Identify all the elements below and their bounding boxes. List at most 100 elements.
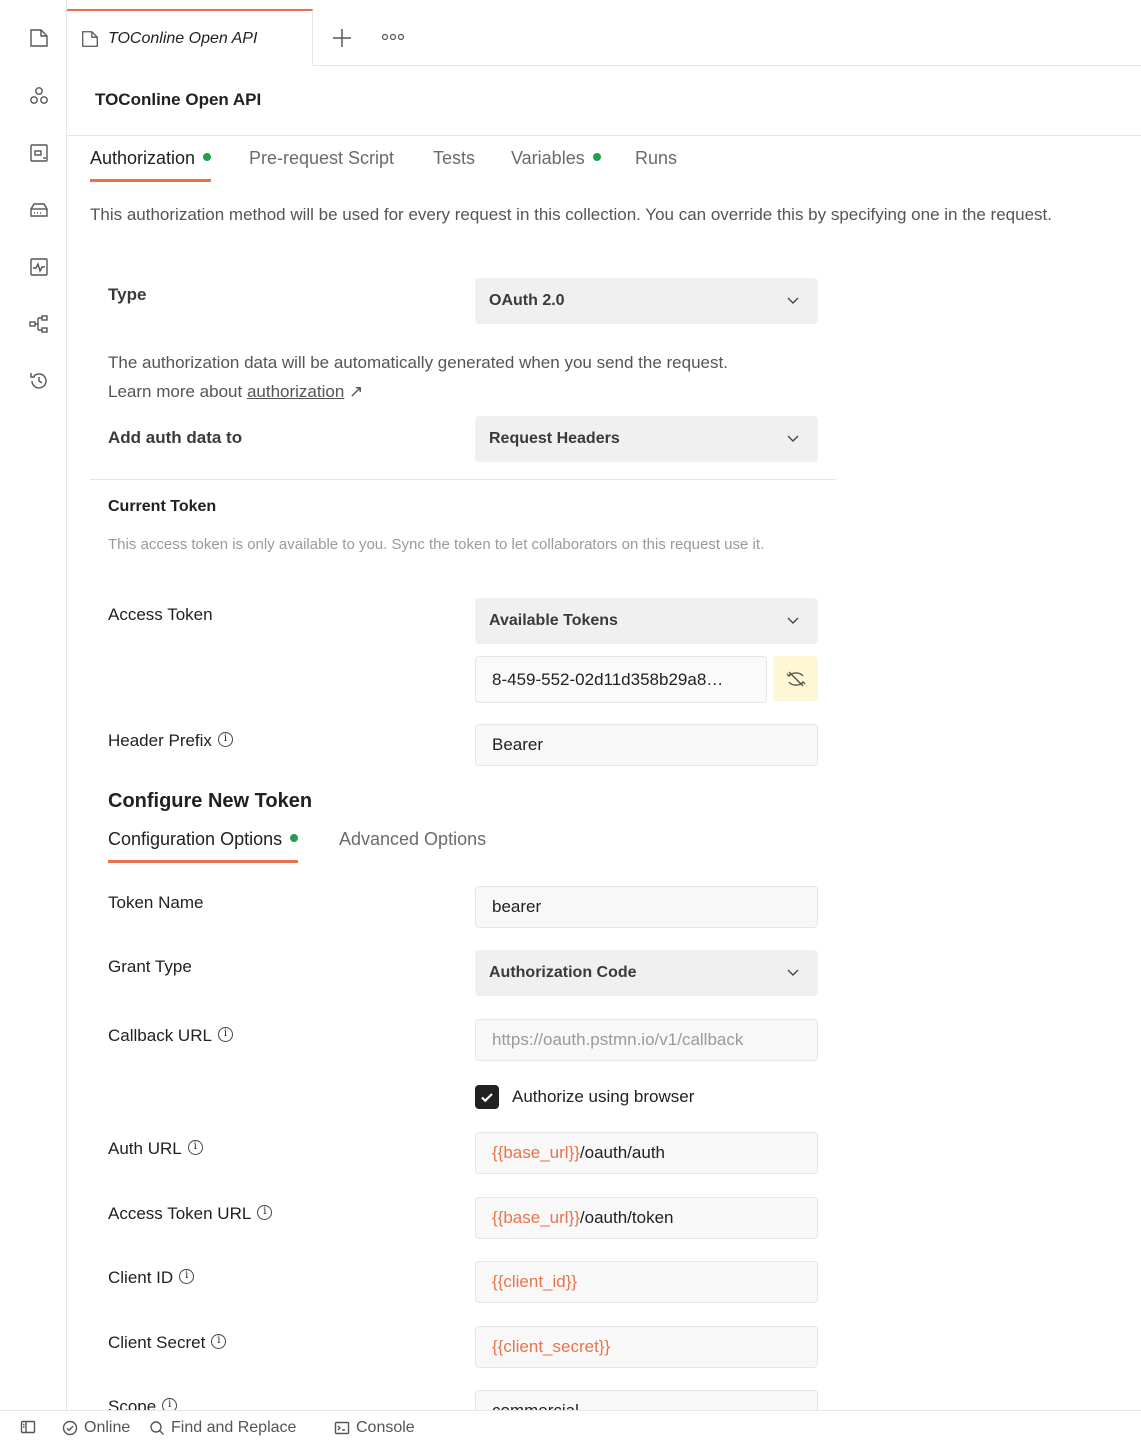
console-label: Console [356, 1419, 415, 1436]
history-icon[interactable] [27, 369, 51, 393]
online-label: Online [84, 1419, 131, 1436]
info-icon[interactable]: i [211, 1334, 227, 1350]
tab-toconline-open-api[interactable]: TOConline Open API [67, 9, 313, 66]
tab-configuration-options[interactable]: Configuration Options [108, 829, 299, 863]
authorize-browser-label[interactable]: Authorize using browser [512, 1087, 694, 1107]
tab-variables[interactable]: Variables [511, 148, 601, 182]
callback-url-value: https://oauth.pstmn.io/v1/callback [492, 1030, 744, 1049]
callback-url-label-text: Callback URL [108, 1026, 212, 1045]
apis-icon[interactable] [27, 84, 51, 108]
chevron-down-icon [787, 617, 799, 624]
info-icon[interactable]: i [257, 1205, 273, 1221]
add-auth-data-label: Add auth data to [108, 428, 243, 447]
header-prefix-label-text: Header Prefix [108, 731, 212, 750]
available-tokens-dropdown[interactable]: Available Tokens [475, 598, 818, 644]
environments-icon[interactable] [27, 141, 51, 165]
header-prefix-input[interactable]: Bearer [475, 724, 818, 766]
monitors-icon[interactable] [27, 255, 51, 279]
access-token-label: Access Token [108, 605, 213, 624]
auth-url-label-text: Auth URL [108, 1139, 182, 1158]
tab-tests-label: Tests [433, 148, 476, 168]
tab-runs[interactable]: Runs [635, 148, 677, 182]
info-icon[interactable]: i [217, 1027, 233, 1043]
find-replace-label: Find and Replace [171, 1419, 297, 1436]
chevron-down-icon [787, 297, 799, 304]
access-token-url-label-text: Access Token URL [108, 1204, 252, 1223]
auth-description-text: The authorization data will be automatic… [108, 353, 728, 401]
collection-icon [82, 30, 98, 47]
find-replace-button[interactable]: Find and Replace [149, 1419, 296, 1437]
chevron-down-icon [787, 435, 799, 442]
online-status[interactable]: Online [62, 1419, 130, 1437]
collections-icon[interactable] [27, 26, 51, 50]
callback-url-input[interactable]: https://oauth.pstmn.io/v1/callback [475, 1019, 818, 1061]
client-secret-label-text: Client Secret [108, 1333, 206, 1352]
tab-bar: TOConline Open API [67, 0, 1141, 66]
flows-icon[interactable] [27, 312, 51, 336]
auth-url-input[interactable]: {{base_url}}/oauth/auth [475, 1132, 818, 1174]
auth-url-variable: {{base_url}} [492, 1143, 580, 1162]
info-icon[interactable]: i [217, 732, 233, 748]
token-name-input[interactable]: bearer [475, 886, 818, 928]
search-icon [150, 1421, 164, 1435]
tab-authorization-label: Authorization [90, 148, 196, 168]
client-id-value: {{client_id}} [492, 1272, 578, 1291]
client-secret-input[interactable]: {{client_secret}} [475, 1326, 818, 1368]
mock-servers-icon[interactable] [27, 198, 51, 222]
sync-token-button[interactable] [773, 656, 818, 701]
add-auth-data-dropdown[interactable]: Request Headers [475, 416, 818, 462]
more-options-icon[interactable] [381, 30, 405, 44]
toggle-sidebar-button[interactable] [20, 1419, 36, 1435]
collection-title[interactable]: TOConline Open API [95, 90, 261, 110]
auth-description: The authorization data will be automatic… [108, 348, 748, 406]
tab-pre-request-script-label: Pre-request Script [249, 148, 395, 168]
plus-icon[interactable] [330, 26, 354, 50]
auth-type-dropdown[interactable]: OAuth 2.0 [475, 278, 818, 324]
tab-runs-label: Runs [635, 148, 678, 168]
current-token-title: Current Token [108, 498, 217, 515]
grant-type-value: Authorization Code [489, 964, 637, 981]
status-dot [290, 834, 299, 843]
token-name-label: Token Name [108, 893, 204, 912]
access-token-url-label: Access Token URL i [108, 1204, 273, 1224]
sidebar-toggle-icon [20, 1420, 36, 1434]
tab-advanced-options[interactable]: Advanced Options [339, 829, 486, 863]
access-token-url-path: /oauth/token [579, 1208, 674, 1227]
client-id-input[interactable]: {{client_id}} [475, 1261, 818, 1303]
tab-tests[interactable]: Tests [433, 148, 475, 182]
client-id-label: Client ID i [108, 1268, 195, 1288]
divider [90, 479, 836, 480]
console-button[interactable]: Console [334, 1419, 415, 1437]
auth-url-label: Auth URL i [108, 1139, 203, 1159]
auth-url-path: /oauth/auth [579, 1143, 665, 1162]
header-prefix-value: Bearer [492, 735, 544, 754]
authorization-link[interactable]: authorization [247, 382, 344, 401]
status-bar: Online Find and Replace Console [0, 1410, 1141, 1441]
authorize-browser-checkbox[interactable] [475, 1085, 499, 1109]
collection-header: TOConline Open API [67, 66, 1141, 136]
access-token-url-variable: {{base_url}} [492, 1208, 580, 1227]
grant-type-dropdown[interactable]: Authorization Code [475, 950, 818, 996]
checkmark-icon [481, 1093, 493, 1103]
access-token-url-input[interactable]: {{base_url}}/oauth/token [475, 1197, 818, 1239]
auth-type-value: OAuth 2.0 [489, 292, 565, 309]
status-dot [592, 153, 601, 162]
grant-type-label: Grant Type [108, 957, 192, 976]
info-icon[interactable]: i [187, 1140, 203, 1156]
tab-authorization[interactable]: Authorization [90, 148, 212, 182]
check-circle-icon [62, 1420, 78, 1436]
available-tokens-value: Available Tokens [489, 612, 618, 629]
client-secret-label: Client Secret i [108, 1333, 227, 1353]
sync-off-icon [786, 671, 805, 686]
info-icon[interactable]: i [179, 1269, 195, 1285]
header-prefix-label: Header Prefix i [108, 731, 233, 751]
access-token-value: 8-459-552-02d11d358b29a8… [492, 669, 724, 689]
status-dot [203, 153, 212, 162]
callback-url-label: Callback URL i [108, 1026, 233, 1046]
tab-label: TOConline Open API [108, 29, 258, 47]
configure-new-token-title: Configure New Token [108, 790, 313, 812]
tab-pre-request-script[interactable]: Pre-request Script [249, 148, 394, 182]
add-auth-data-value: Request Headers [489, 430, 620, 447]
access-token-field[interactable]: 8-459-552-02d11d358b29a8… [475, 656, 767, 703]
console-icon [334, 1421, 350, 1435]
